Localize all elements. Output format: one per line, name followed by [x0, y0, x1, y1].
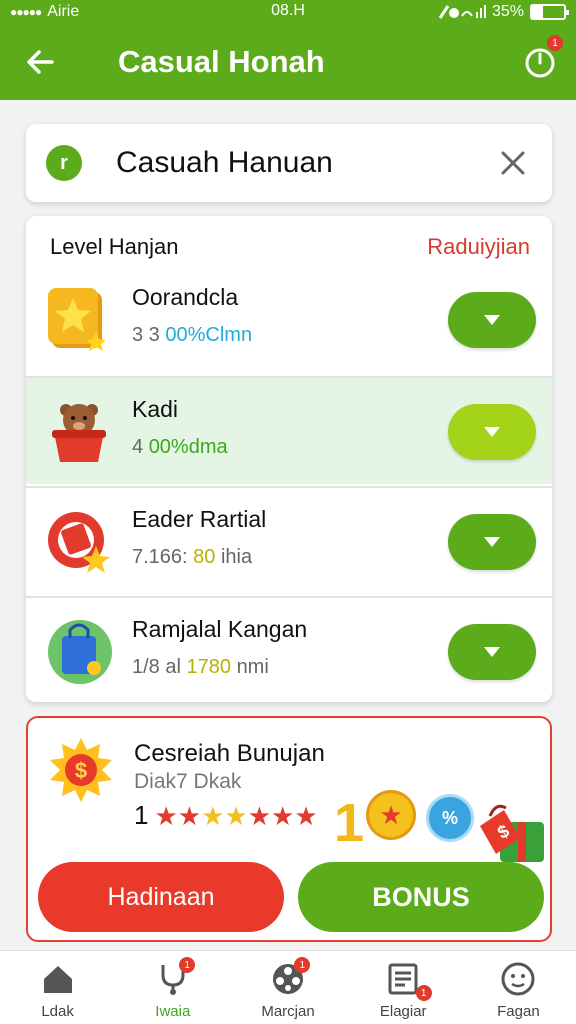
- search-icon: r: [46, 145, 82, 181]
- back-button[interactable]: [10, 32, 70, 92]
- star-icon: ★: [224, 800, 248, 831]
- star-block-icon: [48, 288, 106, 351]
- notification-badge: 1: [179, 957, 196, 973]
- percent-badge-icon: %: [426, 794, 474, 842]
- bottom-nav: Ldak 1 Iwaia 1 Marcjan 1 Elagiar Fagan: [0, 950, 576, 1024]
- list-item[interactable]: Ramjalal Kangan 1/8 al 1780 nmi: [26, 596, 552, 702]
- bonus-title: Cesreiah Bunujan: [134, 740, 325, 767]
- timer-button[interactable]: 1: [522, 35, 563, 80]
- ring-star-icon: [48, 512, 110, 573]
- list-item[interactable]: Eader Rartial 7.166: 80 ihia: [26, 486, 552, 594]
- notification-badge: 1: [415, 985, 432, 1001]
- chevron-down-icon: [484, 427, 500, 437]
- item-subtitle: 1/8 al 1780 nmi: [132, 656, 269, 678]
- nav-label: Elagiar: [379, 1003, 427, 1020]
- search-input[interactable]: [116, 146, 476, 180]
- status-bar: ●●●●● Airie 08.H 35%: [0, 0, 576, 24]
- nav-item-health[interactable]: 1 Iwaia: [115, 951, 230, 1024]
- list-item[interactable]: Oorandcla 3 3 00%Clmn: [26, 266, 552, 374]
- list-header: Level Hanjan: [50, 234, 179, 259]
- star-icon: ★: [154, 800, 178, 831]
- chevron-down-icon: [484, 647, 500, 657]
- star-icon: ★: [247, 800, 272, 831]
- nav-label: Marcjan: [261, 1003, 315, 1020]
- arrow-left-icon: [27, 50, 54, 74]
- chevron-down-icon: [484, 315, 500, 325]
- star-icon: ★: [271, 800, 295, 831]
- shopping-bag-icon: [48, 620, 112, 684]
- expand-button[interactable]: [448, 404, 536, 460]
- list-item[interactable]: Kadi 4 00%dma: [26, 376, 552, 484]
- gift-bag-icon: $: [480, 804, 544, 862]
- item-subtitle: 7.166: 80 ihia: [132, 546, 253, 568]
- chevron-down-icon: [484, 537, 500, 547]
- item-subtitle: 3 3 00%Clmn: [132, 324, 253, 346]
- nav-item-documents[interactable]: 1 Elagiar: [346, 951, 461, 1024]
- search-bar: r: [26, 124, 552, 202]
- home-icon: [43, 966, 72, 993]
- nav-item-profile[interactable]: Fagan: [461, 951, 576, 1024]
- bonus-number: 1: [334, 793, 365, 853]
- notification-badge: 1: [294, 957, 311, 973]
- bonus-subtitle: Diak7 Dkak: [134, 770, 242, 793]
- clear-button[interactable]: [496, 146, 530, 180]
- svg-text:$: $: [75, 758, 87, 783]
- rating-count: 1: [134, 800, 149, 830]
- bear-pot-icon: [52, 404, 106, 462]
- smiley-icon: [501, 962, 535, 996]
- app-bar: Casual Honah 1: [0, 24, 576, 100]
- expand-button[interactable]: [448, 624, 536, 680]
- list-header-link[interactable]: Raduiyjian: [427, 234, 530, 260]
- bonus-card: $ Cesreiah Bunujan Diak7 Dkak 1 ★ ★ ★ ★ …: [26, 716, 552, 942]
- star-coin-icon: ★: [366, 790, 416, 840]
- item-title: Eader Rartial: [132, 506, 267, 532]
- expand-button[interactable]: [448, 292, 536, 348]
- nav-item-home[interactable]: Ldak: [0, 951, 115, 1024]
- item-title: Kadi: [132, 396, 179, 422]
- status-time: 08.H: [271, 2, 305, 19]
- expand-button[interactable]: [448, 514, 536, 570]
- battery-icon: [530, 4, 569, 20]
- secondary-button[interactable]: Hadinaan: [38, 862, 284, 932]
- item-subtitle: 4 00%dma: [132, 436, 228, 458]
- item-title: Oorandcla: [132, 284, 239, 310]
- sun-coin-icon: $: [50, 738, 112, 802]
- bonus-button[interactable]: BONUS: [298, 862, 544, 932]
- nav-label: Fagan: [497, 1003, 540, 1020]
- rating-stars: 1 ★ ★ ★ ★ ★ ★ ★: [134, 800, 318, 831]
- star-icon: ★: [201, 800, 225, 831]
- nav-label: Iwaia: [155, 1003, 191, 1020]
- notification-badge: 1: [547, 35, 563, 51]
- close-icon: [501, 151, 525, 175]
- item-title: Ramjalal Kangan: [132, 616, 308, 642]
- level-list: Level Hanjan Raduiyjian Oorandcla 3 3 00…: [26, 216, 552, 702]
- page-title: Casual Honah: [118, 44, 325, 79]
- nav-item-media[interactable]: 1 Marcjan: [230, 951, 345, 1024]
- nav-label: Ldak: [41, 1003, 74, 1020]
- star-icon: ★: [177, 800, 202, 831]
- star-icon: ★: [294, 800, 318, 831]
